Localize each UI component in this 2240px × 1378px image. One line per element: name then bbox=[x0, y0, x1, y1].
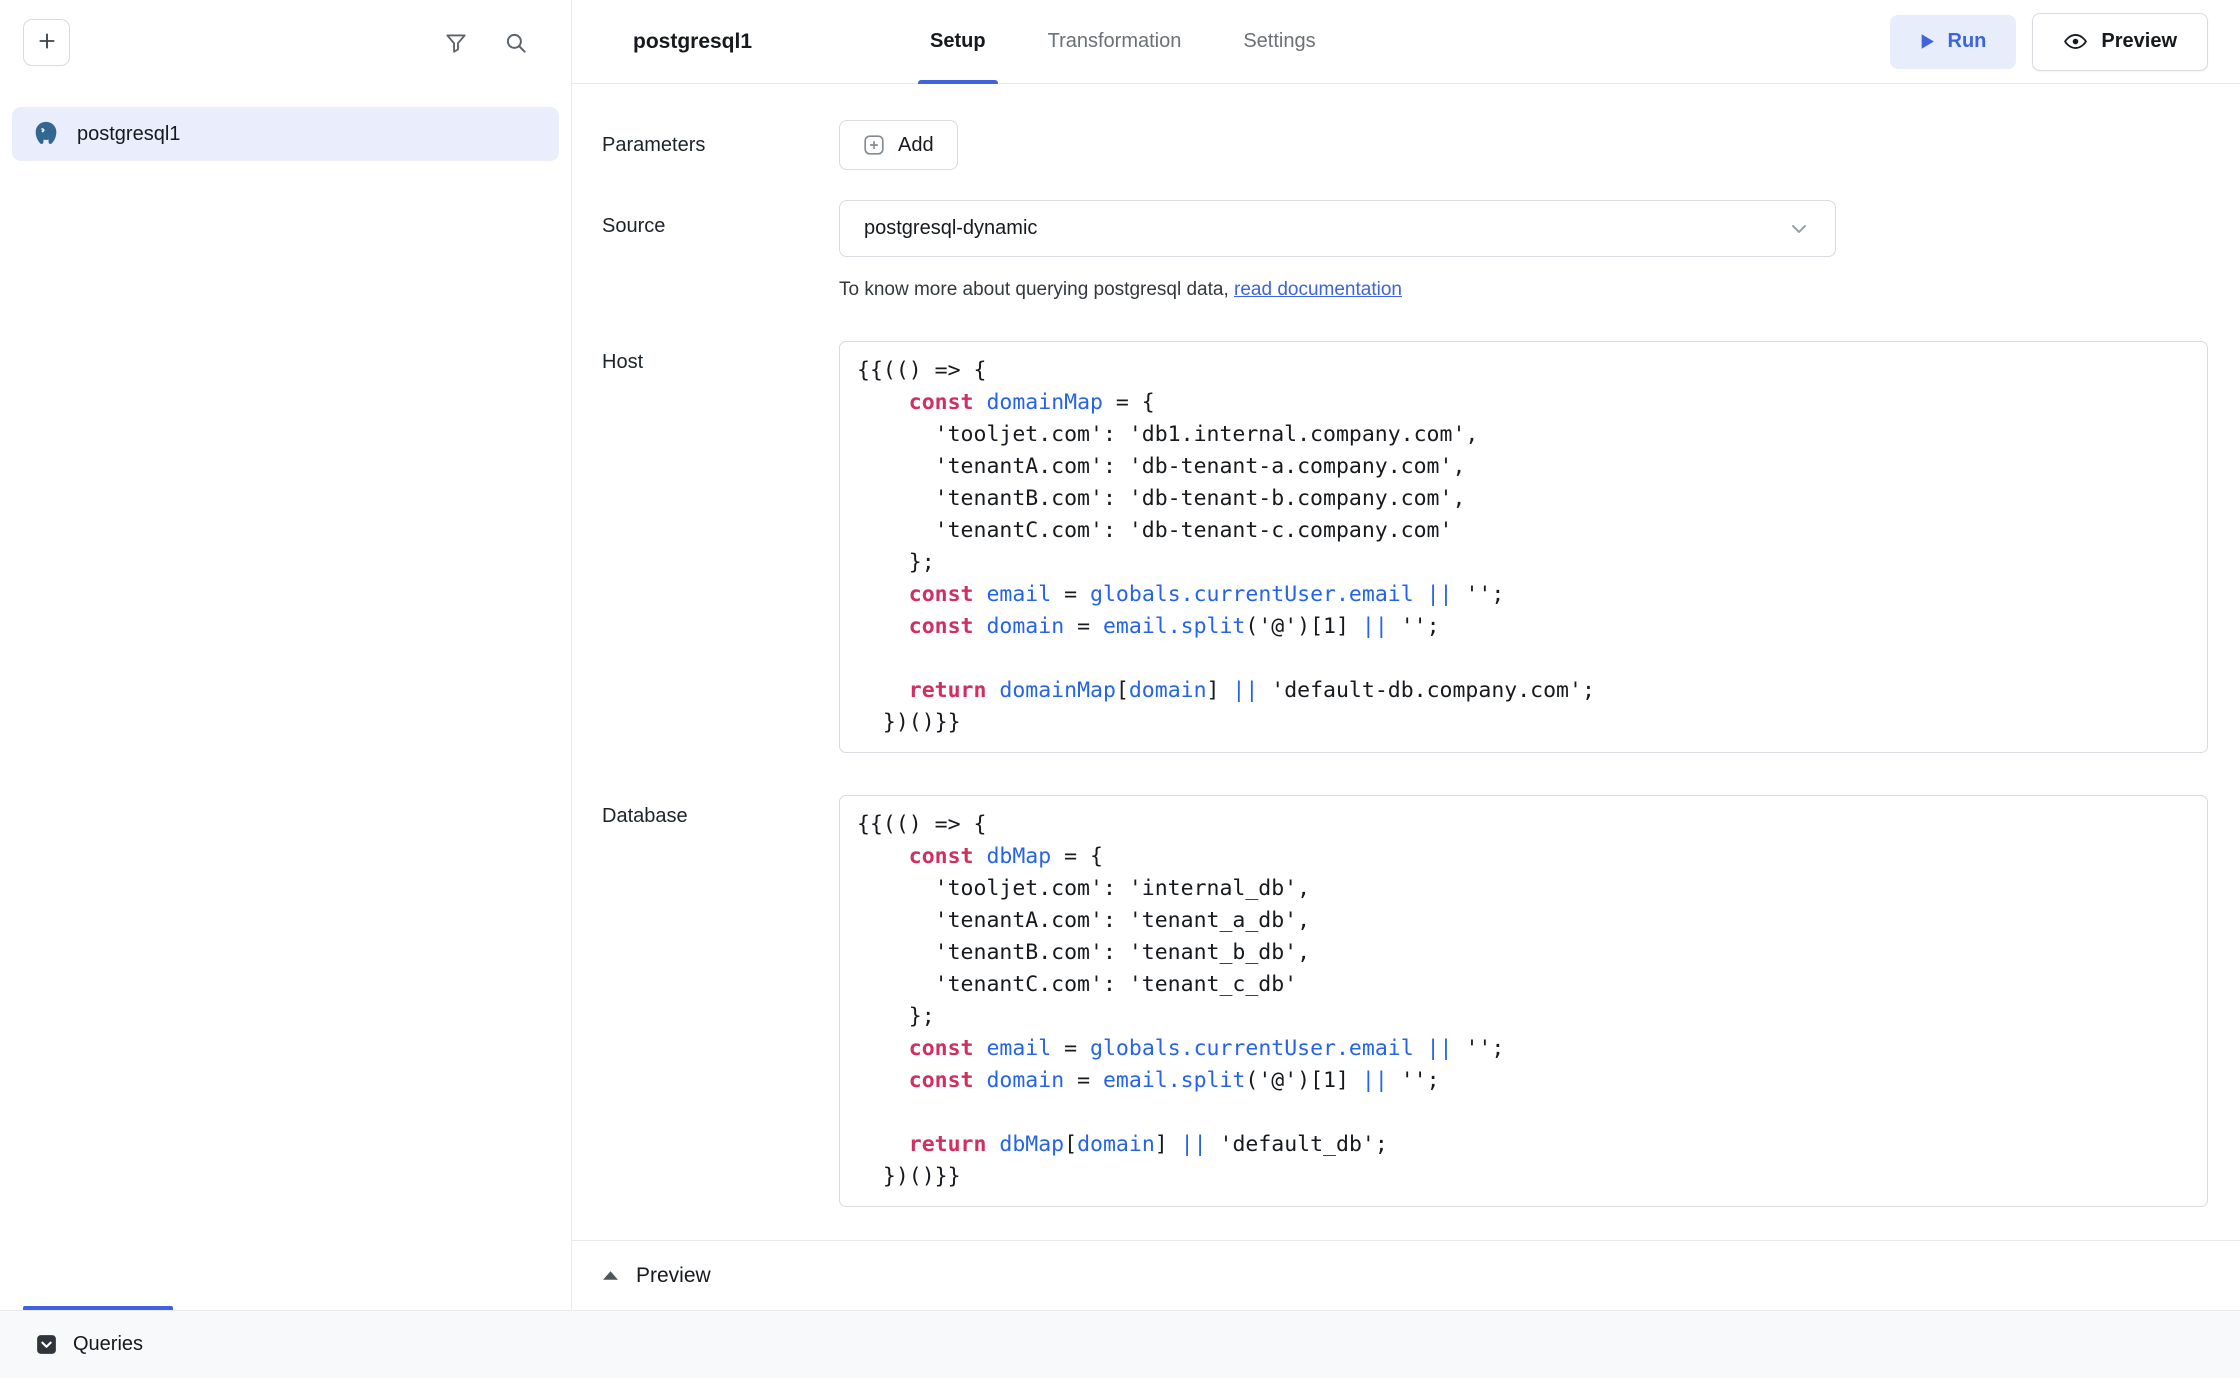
add-query-button[interactable] bbox=[23, 19, 70, 66]
host-row: Host {{(() => { const domainMap = { 'too… bbox=[602, 341, 2208, 753]
setup-form: Parameters Add Source postgresql-dynamic bbox=[572, 84, 2240, 1240]
database-label: Database bbox=[602, 795, 839, 1207]
preview-button-label: Preview bbox=[2101, 30, 2177, 53]
sidebar-toolbar bbox=[0, 0, 571, 66]
parameters-row: Parameters Add bbox=[602, 120, 2208, 170]
filter-icon[interactable] bbox=[443, 30, 469, 56]
query-item-label: postgresql1 bbox=[77, 123, 180, 146]
source-select-value: postgresql-dynamic bbox=[864, 217, 1037, 240]
postgresql-icon bbox=[31, 119, 61, 149]
preview-section-label: Preview bbox=[636, 1264, 711, 1288]
eye-icon bbox=[2063, 29, 2088, 54]
main-panel: postgresql1 Setup Transformation Setting… bbox=[572, 0, 2240, 1310]
source-help-prefix: To know more about querying postgresql d… bbox=[839, 279, 1234, 300]
bottom-bar: Queries bbox=[0, 1310, 2240, 1378]
add-parameter-button[interactable]: Add bbox=[839, 120, 958, 170]
host-code-editor[interactable]: {{(() => { const domainMap = { 'tooljet.… bbox=[839, 341, 2208, 753]
queries-toggle-label: Queries bbox=[73, 1333, 143, 1356]
source-select[interactable]: postgresql-dynamic bbox=[839, 200, 1836, 257]
tab-settings[interactable]: Settings bbox=[1233, 0, 1325, 83]
database-code-editor[interactable]: {{(() => { const dbMap = { 'tooljet.com'… bbox=[839, 795, 2208, 1207]
tab-setup[interactable]: Setup bbox=[920, 0, 996, 83]
chevron-down-icon bbox=[1787, 217, 1811, 241]
query-list-item-postgresql1[interactable]: postgresql1 bbox=[12, 107, 559, 161]
preview-section: Preview bbox=[572, 1240, 2240, 1310]
host-label: Host bbox=[602, 341, 839, 753]
queries-icon bbox=[34, 1332, 59, 1357]
sidebar: postgresql1 bbox=[0, 0, 572, 1310]
add-button-label: Add bbox=[898, 134, 934, 157]
query-list: postgresql1 bbox=[0, 66, 571, 161]
plus-icon bbox=[36, 30, 58, 55]
app-root: postgresql1 postgresql1 Setup Transforma… bbox=[0, 0, 2240, 1310]
run-button[interactable]: Run bbox=[1890, 15, 2017, 69]
source-help-text: To know more about querying postgresql d… bbox=[839, 279, 2208, 301]
sidebar-top-icons bbox=[443, 30, 529, 56]
run-button-label: Run bbox=[1948, 30, 1987, 53]
plus-square-icon bbox=[863, 134, 885, 156]
source-row: Source postgresql-dynamic To know more a… bbox=[602, 200, 2208, 301]
header-actions: Run Preview bbox=[1890, 13, 2209, 71]
search-icon[interactable] bbox=[503, 30, 529, 56]
parameters-label: Parameters bbox=[602, 134, 839, 157]
query-header: postgresql1 Setup Transformation Setting… bbox=[572, 0, 2240, 84]
database-row: Database {{(() => { const dbMap = { 'too… bbox=[602, 795, 2208, 1207]
tab-transformation[interactable]: Transformation bbox=[1038, 0, 1192, 83]
caret-up-icon bbox=[602, 1270, 619, 1281]
query-tabs: Setup Transformation Settings bbox=[920, 0, 1326, 83]
play-icon bbox=[1920, 33, 1935, 50]
preview-section-toggle[interactable]: Preview bbox=[572, 1241, 2240, 1310]
query-title: postgresql1 bbox=[633, 30, 752, 54]
queries-panel-toggle[interactable]: Queries bbox=[34, 1332, 143, 1357]
preview-button[interactable]: Preview bbox=[2032, 13, 2208, 71]
read-documentation-link[interactable]: read documentation bbox=[1234, 279, 1402, 300]
source-label: Source bbox=[602, 200, 839, 238]
